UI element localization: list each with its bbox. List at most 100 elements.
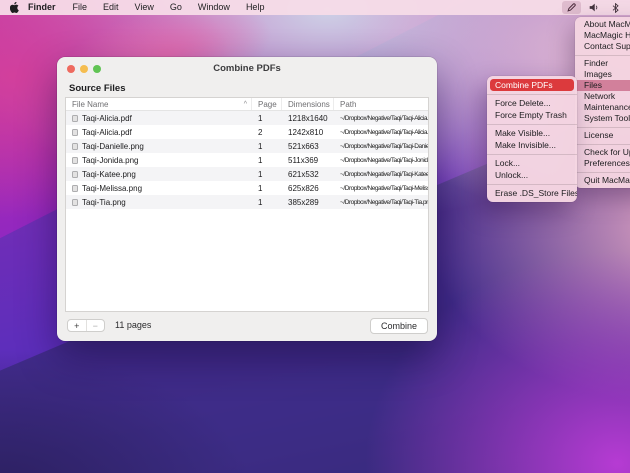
apple-icon[interactable] <box>10 2 19 13</box>
cell-file-name: Taqi-Danielle.png <box>82 142 144 151</box>
menubar-item-go[interactable]: Go <box>162 0 190 15</box>
submenu-item-force-delete[interactable]: Force Delete... <box>487 97 577 109</box>
menu-item-finder[interactable]: Finder <box>575 58 630 69</box>
table-row[interactable]: Taqi-Katee.png 1 621x532 ~/Dropbox/Negat… <box>66 167 428 181</box>
column-header-file-name[interactable]: File Name ^ <box>66 98 252 110</box>
menubar-app-menu[interactable]: Finder <box>28 0 65 15</box>
cell-file-name: Taqi-Alicia.pdf <box>82 128 132 137</box>
cell-dimensions: 385x289 <box>282 198 334 207</box>
menu-separator <box>575 172 630 173</box>
submenu-item-force-empty-trash[interactable]: Force Empty Trash <box>487 109 577 121</box>
menu-item-quit-macmagic[interactable]: Quit MacMagic <box>575 175 630 186</box>
remove-file-button[interactable]: − <box>86 320 105 331</box>
menu-separator <box>487 154 577 155</box>
menu-item-images[interactable]: Images <box>575 69 630 80</box>
menubar-item-help[interactable]: Help <box>238 0 273 15</box>
table-header: File Name ^ Page Dimensions Path <box>66 98 428 111</box>
column-header-dimensions[interactable]: Dimensions <box>282 98 334 110</box>
window-footer: + − 11 pages Combine <box>57 313 437 341</box>
window-titlebar[interactable]: Combine PDFs <box>57 57 437 80</box>
table-row[interactable]: Taqi-Melissa.png 1 625x826 ~/Dropbox/Neg… <box>66 181 428 195</box>
file-icon <box>72 199 78 206</box>
menu-item-files[interactable]: Files <box>575 80 630 91</box>
combine-button[interactable]: Combine <box>370 318 428 334</box>
menu-item-maintenance[interactable]: Maintenance <box>575 102 630 113</box>
cell-path: ~/Dropbox/Negative/Taqi/Taqi-Melissa.png <box>334 185 428 192</box>
table-row[interactable]: Taqi-Tia.png 1 385x289 ~/Dropbox/Negativ… <box>66 195 428 209</box>
macmagic-status-menu: About MacMagic MacMagic Help Contact Sup… <box>575 17 630 188</box>
file-icon <box>72 185 78 192</box>
cell-file-name: Taqi-Melissa.png <box>82 184 142 193</box>
menu-separator <box>487 124 577 125</box>
menu-item-system-tools[interactable]: System Tools <box>575 113 630 124</box>
column-header-path[interactable]: Path <box>334 98 428 110</box>
cell-dimensions: 521x663 <box>282 142 334 151</box>
menu-separator <box>487 184 577 185</box>
menu-separator <box>575 127 630 128</box>
cell-path: ~/Dropbox/Negative/Taqi/Taqi-Alicia.pdf <box>334 115 428 122</box>
table-row[interactable]: Taqi-Danielle.png 1 521x663 ~/Dropbox/Ne… <box>66 139 428 153</box>
menu-item-network[interactable]: Network <box>575 91 630 102</box>
cell-dimensions: 1218x1640 <box>282 114 334 123</box>
desktop: Finder File Edit View Go Window Help <box>0 0 630 473</box>
table-row[interactable]: Taqi-Jonida.png 1 511x369 ~/Dropbox/Nega… <box>66 153 428 167</box>
file-icon <box>72 129 78 136</box>
cell-page: 1 <box>252 142 282 151</box>
add-file-button[interactable]: + <box>68 320 86 331</box>
menu-item-license[interactable]: License <box>575 130 630 141</box>
table-row[interactable]: Taqi-Alicia.pdf 2 1242x810 ~/Dropbox/Neg… <box>66 125 428 139</box>
menu-separator <box>575 55 630 56</box>
cell-page: 2 <box>252 128 282 137</box>
cell-page: 1 <box>252 156 282 165</box>
page-count-label: 11 pages <box>115 320 151 330</box>
traffic-lights <box>67 65 101 73</box>
sort-ascending-icon: ^ <box>244 101 247 108</box>
volume-icon[interactable] <box>584 1 604 14</box>
submenu-item-erase-ds-store-files[interactable]: Erase .DS_Store Files... <box>487 187 577 199</box>
submenu-item-unlock[interactable]: Unlock... <box>487 169 577 181</box>
cell-page: 1 <box>252 198 282 207</box>
menubar-item-window[interactable]: Window <box>190 0 238 15</box>
cell-file-name: Taqi-Katee.png <box>82 170 136 179</box>
cell-dimensions: 625x826 <box>282 184 334 193</box>
files-submenu: Combine PDFs Force Delete... Force Empty… <box>487 76 577 202</box>
menu-separator <box>575 144 630 145</box>
minimize-button[interactable] <box>80 65 88 73</box>
zoom-button[interactable] <box>93 65 101 73</box>
cell-file-name: Taqi-Jonida.png <box>82 156 138 165</box>
combine-pdfs-window: Combine PDFs Source Files File Name ^ Pa… <box>57 57 437 341</box>
pencil-icon[interactable] <box>562 1 581 14</box>
table-row[interactable]: Taqi-Alicia.pdf 1 1218x1640 ~/Dropbox/Ne… <box>66 111 428 125</box>
menu-item-macmagic-help[interactable]: MacMagic Help <box>575 30 630 41</box>
cell-path: ~/Dropbox/Negative/Taqi/Taqi-Katee.png <box>334 171 428 178</box>
menu-item-contact-support[interactable]: Contact Support <box>575 41 630 52</box>
cell-file-name: Taqi-Alicia.pdf <box>82 114 132 123</box>
table-body: Taqi-Alicia.pdf 1 1218x1640 ~/Dropbox/Ne… <box>66 111 428 209</box>
cell-path: ~/Dropbox/Negative/Taqi/Taqi-Jonida.png <box>334 157 428 164</box>
menubar-item-file[interactable]: File <box>65 0 96 15</box>
menu-item-preferences[interactable]: Preferences... <box>575 158 630 169</box>
bluetooth-icon[interactable] <box>607 1 624 14</box>
submenu-item-make-invisible[interactable]: Make Invisible... <box>487 139 577 151</box>
cell-path: ~/Dropbox/Negative/Taqi/Taqi-Tia.png <box>334 199 428 206</box>
file-icon <box>72 157 78 164</box>
column-header-page[interactable]: Page <box>252 98 282 110</box>
source-files-table: File Name ^ Page Dimensions Path Taqi-Al… <box>65 97 429 312</box>
menubar-item-edit[interactable]: Edit <box>95 0 127 15</box>
menu-item-check-for-updates[interactable]: Check for Updates <box>575 147 630 158</box>
cell-path: ~/Dropbox/Negative/Taqi/Taqi-Alicia.pdf <box>334 129 428 136</box>
cell-page: 1 <box>252 170 282 179</box>
menubar-item-view[interactable]: View <box>127 0 162 15</box>
submenu-item-combine-pdfs[interactable]: Combine PDFs <box>490 79 574 91</box>
submenu-item-make-visible[interactable]: Make Visible... <box>487 127 577 139</box>
menu-item-about-macmagic[interactable]: About MacMagic <box>575 19 630 30</box>
menu-bar: Finder File Edit View Go Window Help <box>0 0 630 15</box>
cell-path: ~/Dropbox/Negative/Taqi/Taqi-Danielle.pn… <box>334 143 428 150</box>
close-button[interactable] <box>67 65 75 73</box>
menubar-status-area <box>562 0 630 15</box>
file-icon <box>72 143 78 150</box>
source-files-label: Source Files <box>69 83 126 94</box>
submenu-item-lock[interactable]: Lock... <box>487 157 577 169</box>
file-name-header-label: File Name <box>72 100 108 109</box>
cell-dimensions: 1242x810 <box>282 128 334 137</box>
